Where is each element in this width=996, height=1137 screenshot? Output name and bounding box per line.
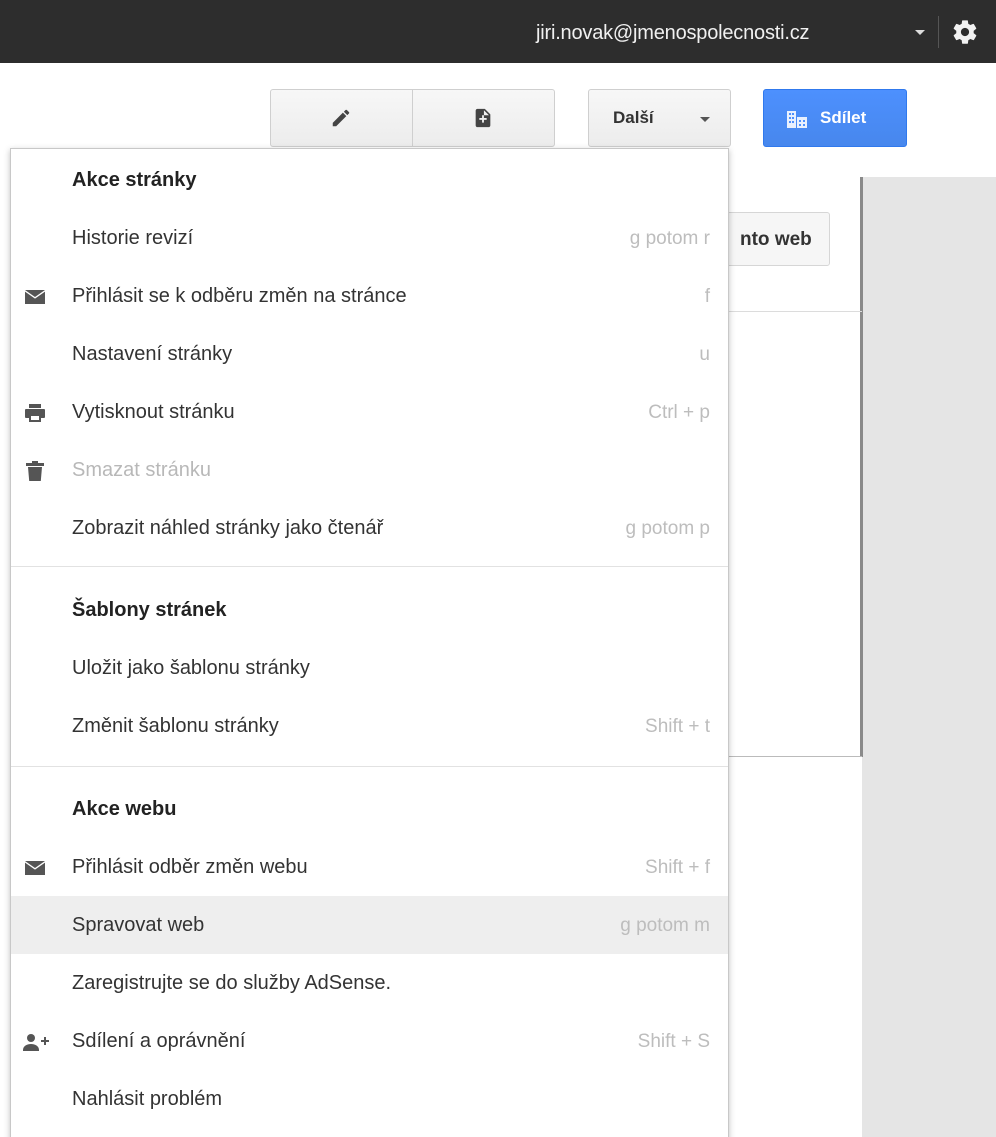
share-button[interactable]: Sdílet xyxy=(763,89,907,147)
menu-item-label: Smazat stránku xyxy=(72,459,211,481)
add-person-icon xyxy=(23,1034,49,1051)
new-page-button[interactable] xyxy=(413,90,554,146)
background-web-button-label: nto web xyxy=(740,229,812,250)
more-actions-menu: Akce stránky Historie revizí g potom r P… xyxy=(10,148,729,1137)
menu-item-subscribe-site[interactable]: Přihlásit odběr změn webu Shift + f xyxy=(11,838,728,896)
page-background xyxy=(862,177,996,1137)
more-button-label: Další xyxy=(613,108,654,127)
menu-item-shortcut: f xyxy=(704,286,710,307)
envelope-icon xyxy=(25,290,45,304)
pencil-icon xyxy=(332,109,350,127)
menu-item-shortcut: g potom r xyxy=(629,228,710,249)
section-header-page-templates: Šablony stránek xyxy=(72,599,227,621)
menu-item-shortcut: g potom m xyxy=(620,915,710,936)
menu-item-report-problem[interactable]: Nahlásit problém xyxy=(11,1070,728,1128)
menu-item-label: Zaregistrujte se do služby AdSense. xyxy=(72,972,392,994)
building-icon xyxy=(787,111,807,128)
menu-item-label: Sdílení a oprávnění xyxy=(72,1030,246,1052)
topbar-divider xyxy=(938,16,939,48)
menu-item-shortcut: Ctrl + p xyxy=(648,402,710,423)
menu-separator xyxy=(11,566,728,567)
envelope-icon xyxy=(25,861,45,875)
menu-item-label: Nastavení stránky xyxy=(72,343,233,365)
share-button-label: Sdílet xyxy=(820,108,867,127)
menu-item-label: Zobrazit náhled stránky jako čtenář xyxy=(72,517,384,539)
menu-item-label: Přihlásit se k odběru změn na stránce xyxy=(72,285,407,307)
page-bottom-edge xyxy=(728,756,862,757)
menu-item-page-settings[interactable]: Nastavení stránky u xyxy=(11,325,728,383)
menu-item-label: Uložit jako šablonu stránky xyxy=(72,657,310,679)
menu-item-shortcut: g potom p xyxy=(625,518,711,539)
menu-item-change-template[interactable]: Změnit šablonu stránky Shift + t xyxy=(11,697,728,755)
menu-item-revision-history[interactable]: Historie revizí g potom r xyxy=(11,209,728,267)
menu-separator xyxy=(11,766,728,767)
gear-icon[interactable] xyxy=(951,18,979,46)
menu-item-delete-page: Smazat stránku xyxy=(11,441,728,499)
menu-item-label: Změnit šablonu stránky xyxy=(72,715,279,737)
menu-item-preview-as-reader[interactable]: Zobrazit náhled stránky jako čtenář g po… xyxy=(11,499,728,557)
top-bar: jiri.novak@jmenospolecnosti.cz xyxy=(0,0,996,63)
trash-icon xyxy=(26,461,44,481)
menu-item-manage-site[interactable]: Spravovat web g potom m xyxy=(11,896,728,954)
new-page-icon xyxy=(475,108,491,128)
account-email[interactable]: jiri.novak@jmenospolecnosti.cz xyxy=(536,22,810,45)
menu-item-print-page[interactable]: Vytisknout stránku Ctrl + p xyxy=(11,383,728,441)
more-button[interactable]: Další xyxy=(588,89,731,147)
menu-item-save-as-template[interactable]: Uložit jako šablonu stránky xyxy=(11,639,728,697)
section-header-site-actions: Akce webu xyxy=(72,798,177,820)
page-divider xyxy=(728,311,862,312)
menu-item-shortcut: u xyxy=(699,344,710,365)
menu-item-subscribe-page[interactable]: Přihlásit se k odběru změn na stránce f xyxy=(11,267,728,325)
menu-item-shortcut: Shift + S xyxy=(637,1031,710,1052)
menu-item-label: Spravovat web xyxy=(72,914,205,936)
printer-icon xyxy=(25,404,45,422)
menu-item-label: Přihlásit odběr změn webu xyxy=(72,856,308,878)
menu-item-label: Nahlásit problém xyxy=(72,1088,223,1110)
menu-item-shortcut: Shift + t xyxy=(645,716,710,737)
menu-item-label: Vytisknout stránku xyxy=(72,401,235,423)
edit-toolbar-group xyxy=(270,89,555,147)
section-header-page-actions: Akce stránky xyxy=(72,169,197,191)
page-edge-shadow xyxy=(860,177,863,757)
menu-item-adsense[interactable]: Zaregistrujte se do služby AdSense. xyxy=(11,954,728,1012)
edit-page-button[interactable] xyxy=(271,90,412,146)
menu-item-sharing-permissions[interactable]: Sdílení a oprávnění Shift + S xyxy=(11,1012,728,1070)
caret-down-icon[interactable] xyxy=(915,30,925,35)
menu-item-label: Historie revizí xyxy=(72,227,194,249)
menu-item-shortcut: Shift + f xyxy=(645,857,710,878)
chevron-down-icon xyxy=(700,117,710,122)
